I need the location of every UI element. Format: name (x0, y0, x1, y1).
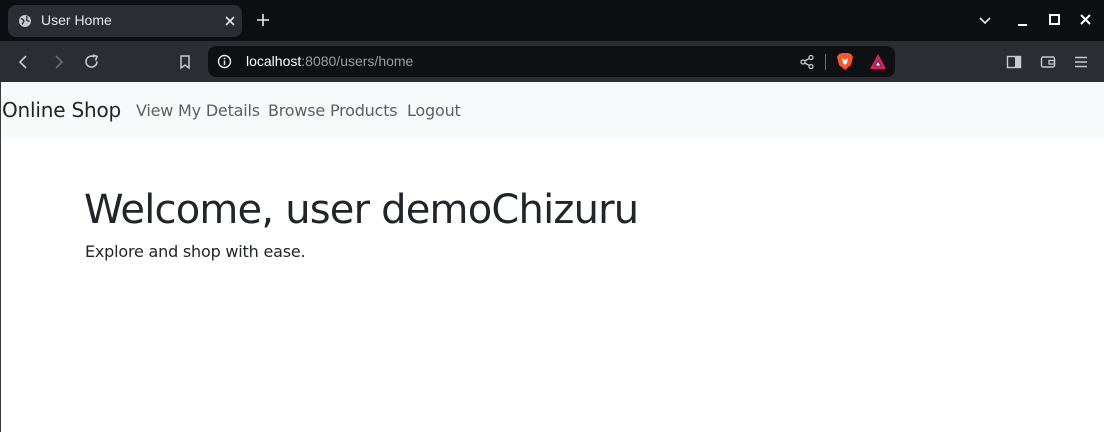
tab-strip: User Home (0, 0, 1104, 41)
browser-toolbar: localhost:8080/users/home (0, 41, 1104, 82)
bookmark-icon[interactable] (176, 53, 194, 71)
forward-icon[interactable] (49, 53, 67, 71)
share-icon[interactable] (799, 54, 815, 70)
globe-icon (19, 15, 31, 27)
url-host: localhost (246, 53, 302, 69)
sidebar-toggle-icon[interactable] (1005, 53, 1023, 71)
maximize-icon[interactable] (1047, 12, 1063, 28)
nav-link-browse-products[interactable]: Browse Products (268, 101, 398, 120)
menu-icon[interactable] (1072, 53, 1090, 71)
nav-link-logout[interactable]: Logout (407, 101, 461, 120)
brave-rewards-icon[interactable] (869, 53, 887, 70)
site-navbar: Online Shop View My Details Browse Produ… (1, 82, 1104, 137)
reload-icon[interactable] (83, 53, 101, 71)
brave-shields-icon[interactable] (836, 52, 854, 71)
brand-link[interactable]: Online Shop (2, 98, 121, 122)
close-window-icon[interactable] (1078, 12, 1094, 28)
page-tagline: Explore and shop with ease. (85, 242, 306, 261)
site-info-icon[interactable] (217, 54, 232, 69)
new-tab-icon[interactable] (255, 12, 271, 28)
page-content: Online Shop View My Details Browse Produ… (0, 82, 1104, 432)
url-text[interactable]: localhost:8080/users/home (246, 53, 413, 69)
wallet-icon[interactable] (1039, 53, 1057, 71)
page-title: Welcome, user demoChizuru (84, 187, 639, 233)
minimize-icon[interactable] (1015, 12, 1031, 28)
tab-title: User Home (41, 12, 112, 28)
nav-link-view-my-details[interactable]: View My Details (136, 101, 260, 120)
url-path: :8080/users/home (301, 53, 414, 69)
close-tab-icon[interactable] (223, 14, 237, 28)
address-bar[interactable]: localhost:8080/users/home (208, 46, 895, 77)
tab-list-chevron-icon[interactable] (977, 12, 993, 28)
address-bar-divider (825, 54, 826, 70)
tab-user-home[interactable]: User Home (8, 5, 242, 37)
back-icon[interactable] (15, 53, 33, 71)
